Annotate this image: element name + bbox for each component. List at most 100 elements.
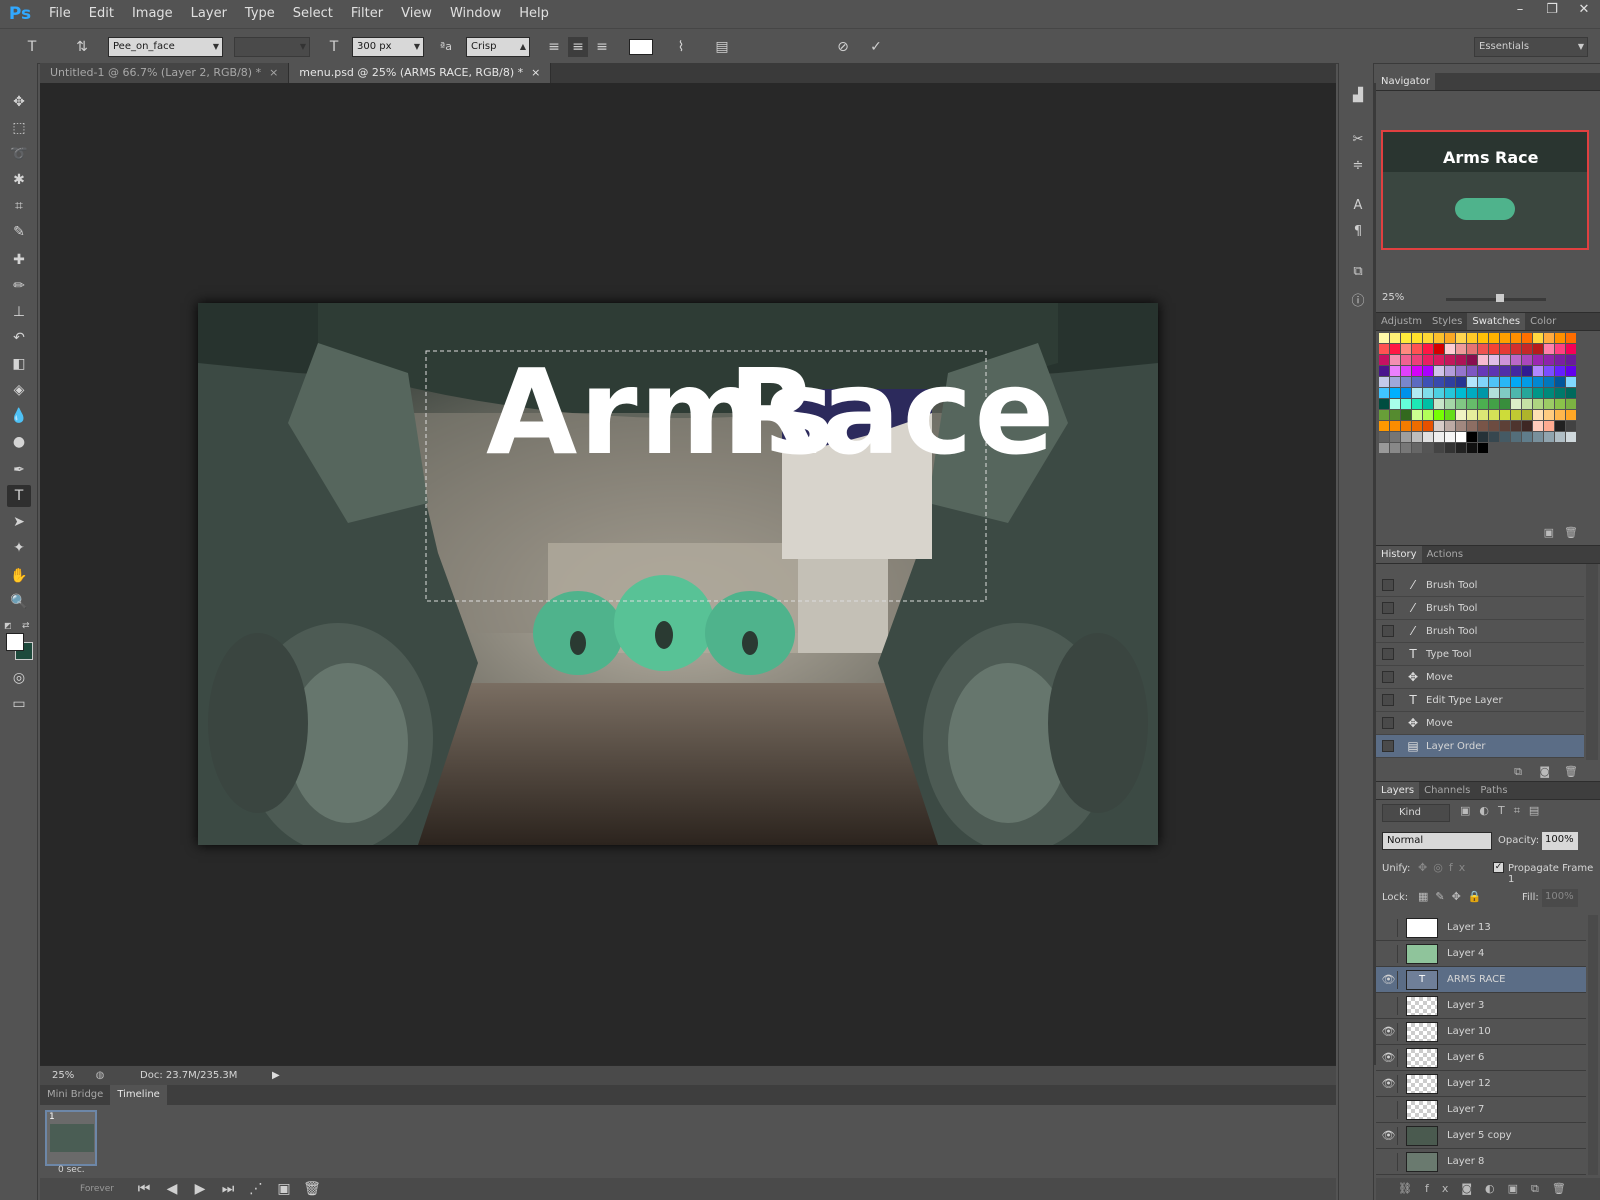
swatch[interactable] [1400,388,1411,398]
history-brush-tool-icon[interactable]: ↶ [7,327,31,349]
swatch[interactable] [1532,410,1543,420]
swatch[interactable] [1389,377,1400,387]
zoom-slider-handle[interactable] [1496,294,1504,302]
swatch[interactable] [1466,344,1477,354]
tab-history[interactable]: History [1376,546,1422,563]
swatch[interactable] [1466,377,1477,387]
history-snapshot-checkbox[interactable] [1382,694,1394,706]
swatch[interactable] [1455,388,1466,398]
close-icon[interactable]: × [531,66,540,79]
tab-actions[interactable]: Actions [1422,546,1469,563]
swatch[interactable] [1389,366,1400,376]
layers-footer-icons[interactable]: ⛓fx◙◐▣⧉🗑 [1376,1178,1600,1200]
navigator-zoom[interactable]: 25% [1382,292,1404,303]
swatch[interactable] [1433,344,1444,354]
swatch[interactable] [1422,355,1433,365]
swatch[interactable] [1411,333,1422,343]
swatch[interactable] [1411,399,1422,409]
timeline-frame[interactable]: 1 [45,1110,97,1166]
history-item[interactable]: T Edit Type Layer [1376,689,1584,712]
blend-mode-select[interactable]: Normal [1382,832,1492,850]
menu-image[interactable]: Image [123,0,182,28]
swatch[interactable] [1422,410,1433,420]
swatch[interactable] [1477,388,1488,398]
align-left-icon[interactable]: ≡ [544,37,564,57]
quick-mask-icon[interactable]: ◎ [7,667,31,689]
swatch[interactable] [1521,432,1532,442]
swatch[interactable] [1378,421,1389,431]
align-center-icon[interactable]: ≡ [568,37,588,57]
history-item[interactable]: T Type Tool [1376,643,1584,666]
swatch[interactable] [1477,432,1488,442]
swatch[interactable] [1532,344,1543,354]
swatch[interactable] [1400,410,1411,420]
swatch[interactable] [1411,443,1422,453]
swatch[interactable] [1422,388,1433,398]
swatch[interactable] [1554,410,1565,420]
swatch[interactable] [1477,410,1488,420]
layer-row[interactable]: Layer 7 [1376,1097,1586,1123]
swatch[interactable] [1411,366,1422,376]
play-icon[interactable]: ▶ [186,1179,214,1199]
history-item[interactable]: ⁄ Brush Tool [1376,620,1584,643]
swatch[interactable] [1499,432,1510,442]
default-colors-icon[interactable]: ◩ [4,621,12,630]
text-color-swatch[interactable] [629,39,653,55]
swatch[interactable] [1444,399,1455,409]
swatch[interactable] [1378,366,1389,376]
swatch[interactable] [1554,355,1565,365]
unify-icons[interactable]: ✥◎fx [1418,861,1471,874]
paragraph-icon[interactable]: ¶ [1347,221,1369,243]
swatch[interactable] [1411,355,1422,365]
tween-icon[interactable]: ⋰ [242,1179,270,1199]
healing-brush-tool-icon[interactable]: ✚ [7,249,31,271]
visibility-eye-icon[interactable] [1380,1152,1398,1171]
navigator-preview[interactable]: Arms Race [1381,130,1589,250]
menu-help[interactable]: Help [510,0,558,28]
swatch[interactable] [1565,432,1576,442]
swatch[interactable] [1477,377,1488,387]
swatch[interactable] [1433,366,1444,376]
path-selection-tool-icon[interactable]: ➤ [7,511,31,533]
swatch[interactable] [1543,344,1554,354]
screen-mode-icon[interactable]: ▭ [7,693,31,715]
document-canvas[interactable]: Arms Race [198,303,1158,845]
paint-bucket-tool-icon[interactable]: ◈ [7,379,31,401]
swatch[interactable] [1422,344,1433,354]
tab-layers[interactable]: Layers [1376,782,1420,799]
swatch[interactable] [1521,355,1532,365]
zoom-tool-icon[interactable]: 🔍 [7,591,31,613]
swatch[interactable] [1488,410,1499,420]
swatch[interactable] [1411,388,1422,398]
swatch[interactable] [1521,399,1532,409]
swatch[interactable] [1488,344,1499,354]
swatch[interactable] [1554,344,1565,354]
visibility-eye-icon[interactable]: 👁 [1380,970,1398,989]
swatch[interactable] [1389,421,1400,431]
menu-view[interactable]: View [392,0,441,28]
shape-tool-icon[interactable]: ✦ [7,537,31,559]
close-window-button[interactable]: ✕ [1568,0,1600,20]
swatch[interactable] [1444,377,1455,387]
swatch[interactable] [1565,421,1576,431]
magic-wand-tool-icon[interactable]: ✱ [7,169,31,191]
swatch[interactable] [1389,355,1400,365]
character-icon[interactable]: A [1347,195,1369,217]
warp-text-icon[interactable]: ⌇ [670,37,692,57]
swatch[interactable] [1521,366,1532,376]
swatch[interactable] [1433,377,1444,387]
swatch[interactable] [1400,443,1411,453]
info-icon[interactable]: ⓘ [1347,291,1369,313]
swatch[interactable] [1510,399,1521,409]
swatch[interactable] [1422,443,1433,453]
swatch[interactable] [1455,366,1466,376]
marquee-tool-icon[interactable]: ⬚ [7,117,31,139]
swatch[interactable] [1510,421,1521,431]
swatch[interactable] [1532,432,1543,442]
swatch[interactable] [1433,399,1444,409]
swatch[interactable] [1400,432,1411,442]
swatch[interactable] [1554,399,1565,409]
swatch[interactable] [1477,421,1488,431]
character-panel-icon[interactable]: ▤ [711,37,733,57]
brush-presets-icon[interactable]: ✂ [1347,129,1369,151]
